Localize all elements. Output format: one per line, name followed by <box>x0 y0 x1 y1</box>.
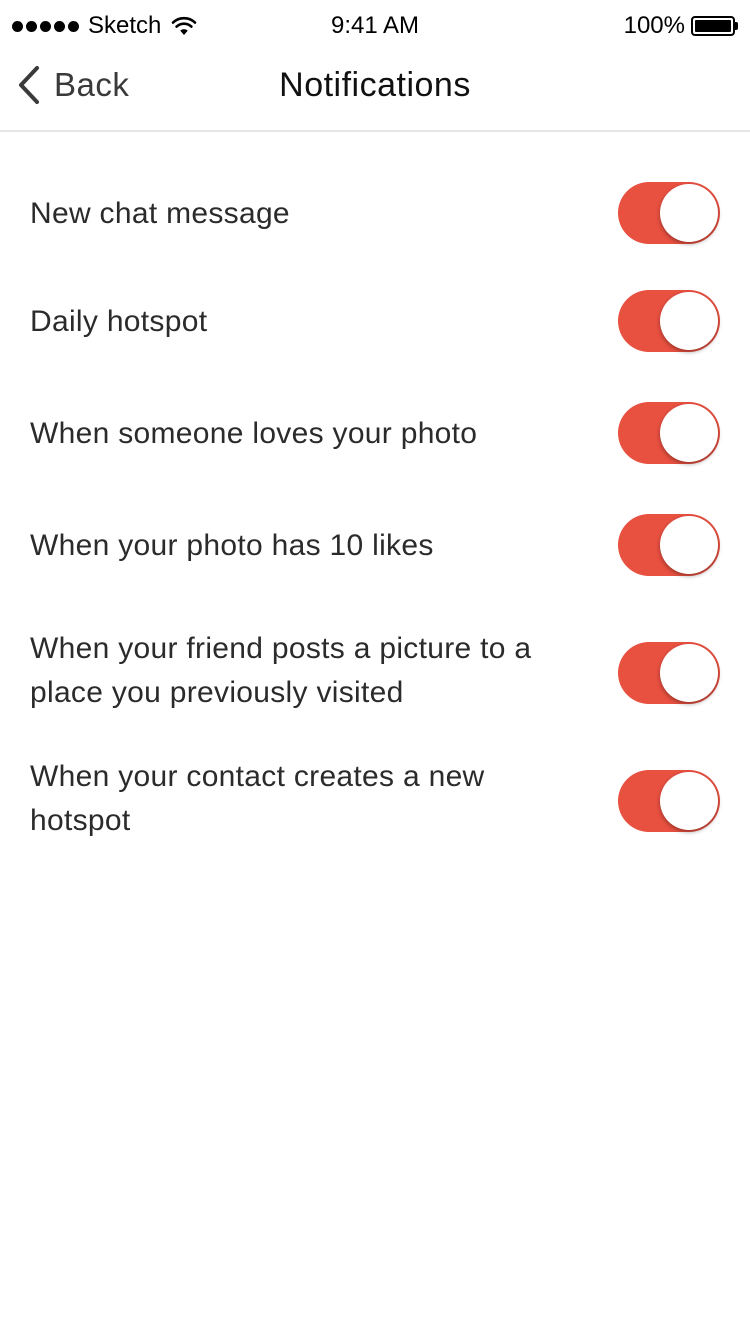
setting-label: New chat message <box>30 197 290 230</box>
toggle-switch[interactable] <box>618 514 720 576</box>
battery-percentage: 100% <box>623 12 685 39</box>
toggle-knob <box>660 184 718 242</box>
toggle-knob <box>660 644 718 702</box>
page-title: Notifications <box>279 66 471 104</box>
setting-label: Daily hotspot <box>30 305 208 338</box>
toggle-switch[interactable] <box>618 182 720 244</box>
toggle-switch[interactable] <box>618 402 720 464</box>
status-bar: Sketch 9:41 AM 100% <box>0 0 750 52</box>
nav-bar: Back Notifications <box>0 52 750 132</box>
toggle-knob <box>660 516 718 574</box>
battery-icon <box>691 16 738 36</box>
toggle-knob <box>660 772 718 830</box>
toggle-knob <box>660 292 718 350</box>
toggle-switch[interactable] <box>618 770 720 832</box>
notifications-screen: Sketch 9:41 AM 100% Back Notifications N… <box>0 0 750 1334</box>
toggle-knob <box>660 404 718 462</box>
toggle-switch[interactable] <box>618 642 720 704</box>
setting-label: When your friend posts a picture to a pl… <box>30 632 532 709</box>
setting-label: When someone loves your photo <box>30 417 478 450</box>
setting-label: When your contact creates a new hotspot <box>30 760 485 837</box>
setting-label: When your photo has 10 likes <box>30 529 434 562</box>
status-right: 100% <box>624 13 738 39</box>
toggle-switch[interactable] <box>618 290 720 352</box>
